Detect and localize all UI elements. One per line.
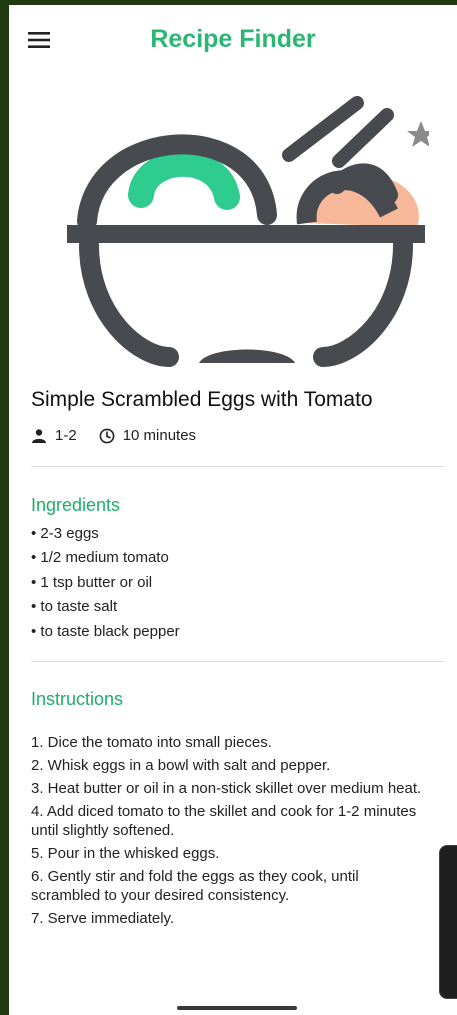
list-item: • to taste salt [31,598,118,616]
ingredients-list: • 2-3 eggs • 1/2 medium tomato • 1 tsp b… [31,522,180,644]
list-item: 1. Dice the tomato into small pieces. [31,734,272,751]
list-item: • 1 tsp butter or oil [31,573,153,591]
list-item: • 1/2 medium tomato [31,549,169,567]
instructions-list: 1. Dice the tomato into small pieces. 2.… [31,733,431,932]
app-bar: Recipe Finder [9,5,457,77]
app-title: Recipe Finder [150,25,316,53]
list-item: 4. Add diced tomato to the skillet and c… [31,803,417,839]
clock-icon [99,428,115,443]
list-item: • to taste black pepper [31,622,180,640]
divider [31,466,445,467]
floating-widget[interactable] [439,845,457,999]
cook-time-value: 10 minutes [122,427,197,444]
bowl-illustration [67,96,435,367]
ingredients-heading: Ingredients [31,495,121,515]
star-icon[interactable] [407,121,435,147]
cook-time: 10 minutes [99,427,196,444]
list-item: 3. Heat butter or oil in a non-stick ski… [31,780,422,797]
list-item: 6. Gently stir and fold the eggs as they… [31,868,359,904]
servings: 1-2 [31,427,77,444]
recipe-meta: 1-2 10 minutes [31,427,218,444]
list-item: • 2-3 eggs [31,525,99,542]
list-item: 7. Serve immediately. [31,910,175,927]
list-item: 5. Pour in the whisked eggs. [31,845,220,862]
recipe-title: Simple Scrambled Eggs with Tomato [31,388,373,411]
gesture-bar[interactable] [177,1006,297,1010]
instructions-heading: Instructions [31,689,124,709]
person-icon [32,428,46,443]
servings-value: 1-2 [55,427,77,444]
recipe-image [49,95,435,375]
divider [31,661,445,662]
screen: Recipe Finder Simple Scrambled Eggs with… [9,5,457,1015]
list-item: 2. Whisk eggs in a bowl with salt and pe… [31,757,331,774]
